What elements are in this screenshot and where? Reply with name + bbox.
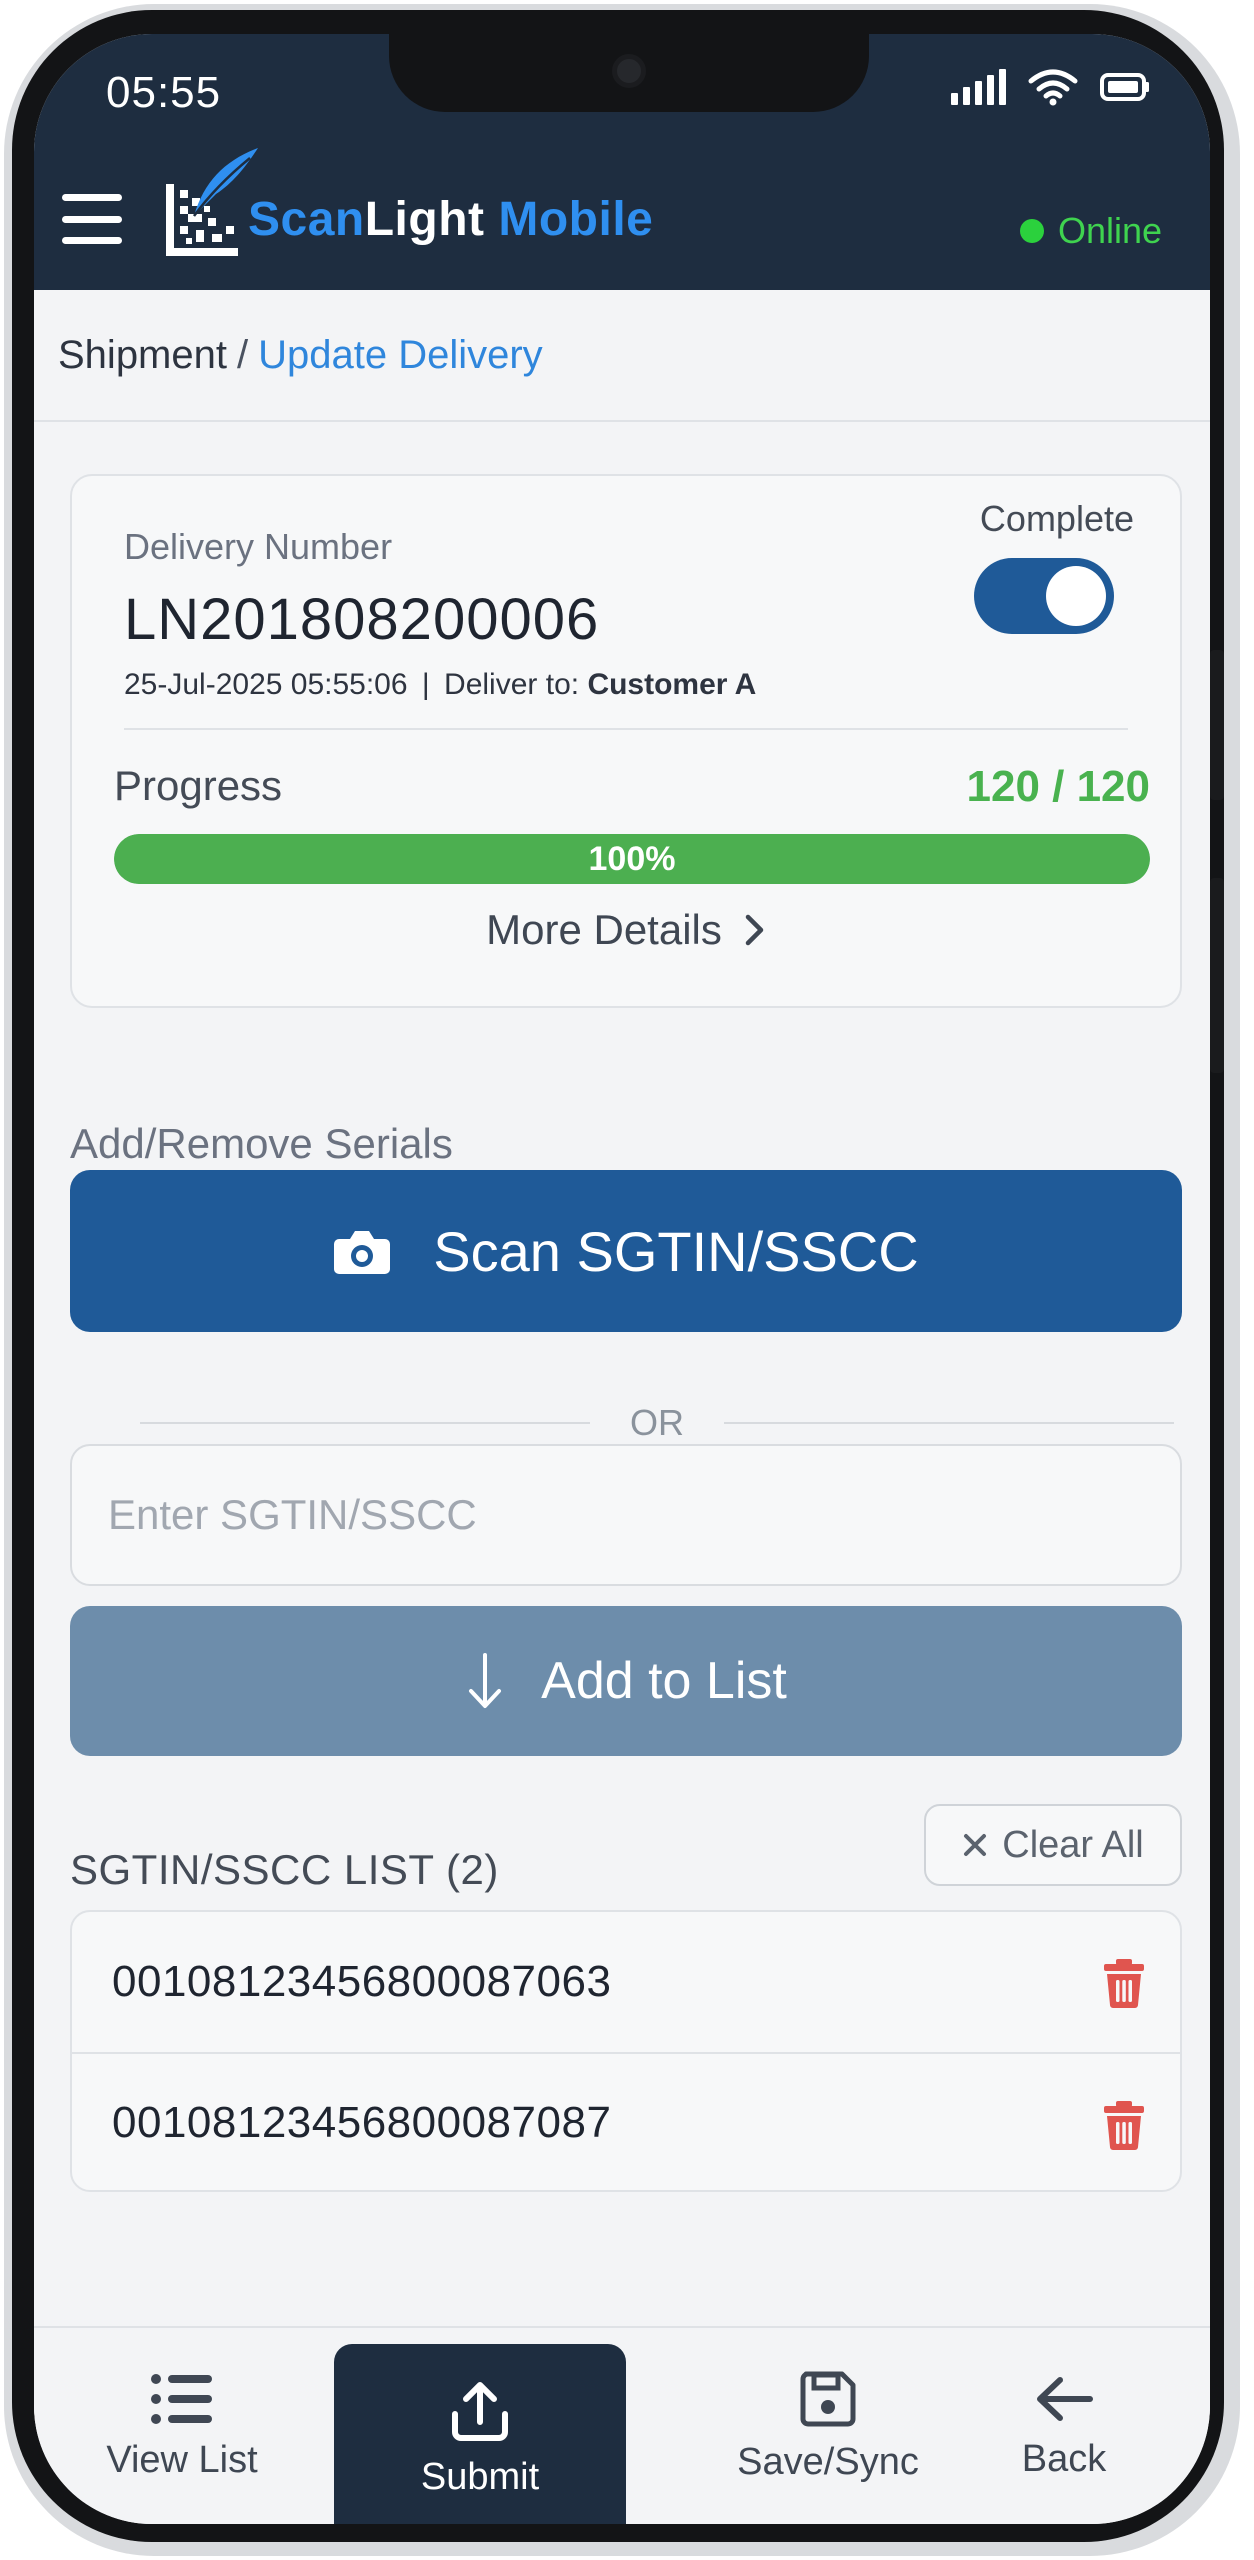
nav-view-list[interactable]: View List [82, 2328, 282, 2524]
progress-count: 120 / 120 [966, 762, 1151, 811]
status-icons [951, 68, 1150, 106]
serial-input[interactable] [70, 1444, 1182, 1586]
nav-submit[interactable]: Submit [334, 2344, 626, 2524]
add-to-list-label: Add to List [541, 1652, 787, 1710]
progress-percent: 100% [588, 840, 676, 878]
more-details-label: More Details [486, 906, 722, 953]
breadcrumb: Shipment / Update Delivery [34, 290, 1210, 422]
nav-back-label: Back [1021, 2437, 1107, 2480]
power-button [1210, 878, 1224, 1073]
list-item: 00108123456800087063 [72, 1912, 1180, 2052]
close-icon [964, 1834, 987, 1856]
bottom-nav: View List Submit Save/Sync Back [34, 2326, 1210, 2524]
screen: 05:55 ScanLight Mobile Online Shipment /… [34, 34, 1210, 2524]
save-icon [800, 2371, 856, 2426]
trash-icon[interactable] [1102, 2100, 1146, 2150]
delivery-number-label: Delivery Number [124, 526, 393, 567]
list-icon [151, 2373, 212, 2424]
nav-save-sync[interactable]: Save/Sync [710, 2328, 946, 2524]
nav-submit-label: Submit [420, 2455, 540, 2498]
card-divider [124, 728, 1128, 730]
more-details-link[interactable]: More Details [72, 906, 1180, 954]
connection-status-text: Online [1057, 210, 1162, 251]
serial-list: 00108123456800087063 0010812345680008708… [70, 1910, 1182, 2192]
front-camera [612, 54, 646, 88]
nav-back[interactable]: Back [984, 2328, 1144, 2524]
complete-label: Complete [979, 498, 1134, 539]
complete-toggle[interactable] [974, 558, 1114, 634]
delivery-datetime: 25-Jul-2025 05:55:06 [124, 668, 408, 701]
signal-icon [951, 69, 1006, 105]
list-item: 00108123456800087087 [72, 2052, 1180, 2190]
nav-save-sync-label: Save/Sync [737, 2440, 919, 2483]
hamburger-menu-button[interactable] [62, 194, 122, 244]
toggle-knob [1046, 566, 1106, 626]
connection-status: Online [1019, 210, 1162, 252]
chevron-right-icon [745, 914, 764, 946]
serial-list-title: SGTIN/SSCC LIST (2) [70, 1846, 499, 1893]
online-dot-icon [1019, 219, 1044, 243]
delivery-number: LN201808200006 [124, 587, 600, 652]
progress-bar: 100% [114, 834, 1150, 884]
app-brand-name: ScanLight Mobile [248, 193, 654, 246]
arrow-left-icon [1037, 2376, 1093, 2421]
breadcrumb-current: Update Delivery [258, 332, 543, 377]
delivery-card: Delivery Number LN201808200006 25-Jul-20… [70, 474, 1182, 1008]
camera-icon [334, 1231, 391, 1274]
upload-icon [452, 2381, 508, 2441]
app-header: 05:55 ScanLight Mobile Online [34, 34, 1210, 290]
serials-section-label: Add/Remove Serials [70, 1120, 453, 1167]
status-time: 05:55 [106, 68, 222, 117]
or-text: OR [630, 1402, 684, 1443]
progress-label: Progress [114, 762, 283, 809]
or-divider: OR [140, 1398, 1174, 1448]
scan-button-label: Scan SGTIN/SSCC [433, 1219, 919, 1283]
add-to-list-button[interactable]: Add to List [70, 1606, 1182, 1756]
deliver-to-value: Customer A [587, 668, 757, 701]
clear-all-label: Clear All [1002, 1823, 1144, 1866]
volume-button [1210, 650, 1224, 800]
arrow-down-icon [469, 1653, 502, 1708]
clear-all-button[interactable]: Clear All [924, 1804, 1182, 1886]
nav-view-list-label: View List [106, 2438, 258, 2481]
wifi-icon [1028, 69, 1078, 106]
delivery-meta: 25-Jul-2025 05:55:06 | Deliver to: Custo… [124, 668, 757, 701]
breadcrumb-parent[interactable]: Shipment [58, 333, 227, 378]
serial-value: 00108123456800087087 [112, 2098, 612, 2147]
breadcrumb-separator: / [236, 332, 249, 377]
serial-value: 00108123456800087063 [112, 1957, 612, 2006]
battery-icon [1100, 73, 1149, 101]
deliver-to-label: Deliver to: [444, 668, 580, 701]
trash-icon[interactable] [1102, 1958, 1146, 2008]
scan-button[interactable]: Scan SGTIN/SSCC [70, 1170, 1182, 1332]
